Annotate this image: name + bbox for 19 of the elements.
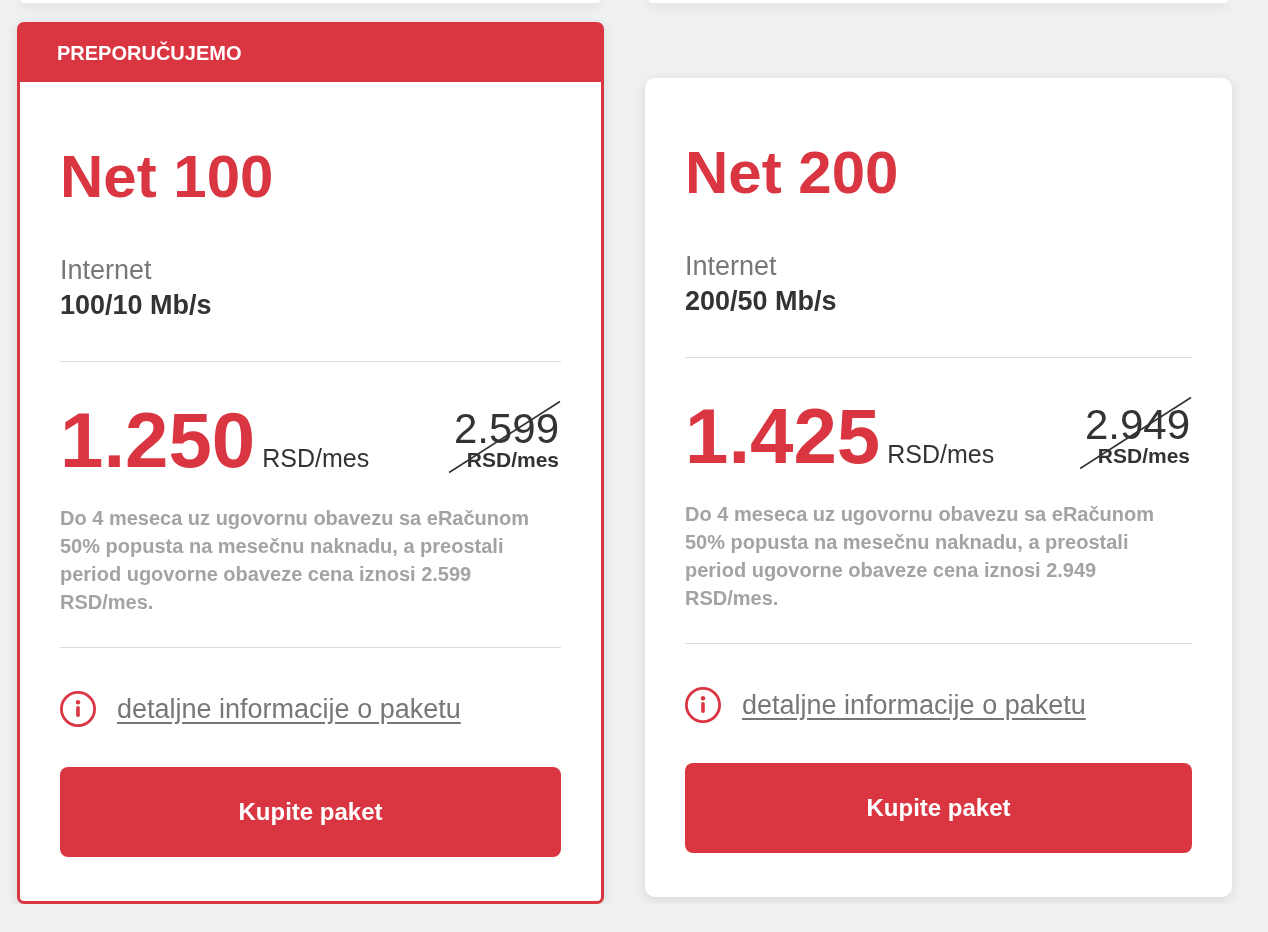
- service-label: Internet: [60, 254, 153, 286]
- speed-value: 200/50 Mb/s: [685, 285, 838, 317]
- price-unit: RSD/mes: [262, 444, 370, 473]
- details-link[interactable]: detaljne informacije o paketu: [117, 693, 461, 725]
- plan-note: Do 4 meseca uz ugovornu obavezu sa eRačunom 50% popusta na mesečnu naknadu, a preostali period ugovorne obaveze cena iznosi 2.599 RSD/mes.: [60, 506, 530, 615]
- price-unit: RSD/mes: [887, 440, 995, 469]
- price-value: 1.425: [685, 397, 881, 475]
- price-value: 1.250: [60, 401, 256, 479]
- service-label: Internet: [685, 250, 778, 282]
- plan-title: Net 200: [685, 140, 900, 206]
- info-icon: [60, 691, 96, 727]
- plan-title: Net 100: [60, 144, 275, 210]
- buy-button[interactable]: Kupite paket: [685, 763, 1192, 853]
- info-icon: [685, 687, 721, 723]
- speed-value: 100/10 Mb/s: [60, 289, 213, 321]
- recommended-banner: PREPORUČUJEMO: [20, 25, 601, 82]
- details-link[interactable]: detaljne informacije o paketu: [742, 689, 1086, 721]
- buy-button[interactable]: Kupite paket: [60, 767, 561, 857]
- plan-note: Do 4 meseca uz ugovornu obavezu sa eRačunom 50% popusta na mesečnu naknadu, a preostali period ugovorne obaveze cena iznosi 2.949 RSD/mes.: [685, 502, 1155, 611]
